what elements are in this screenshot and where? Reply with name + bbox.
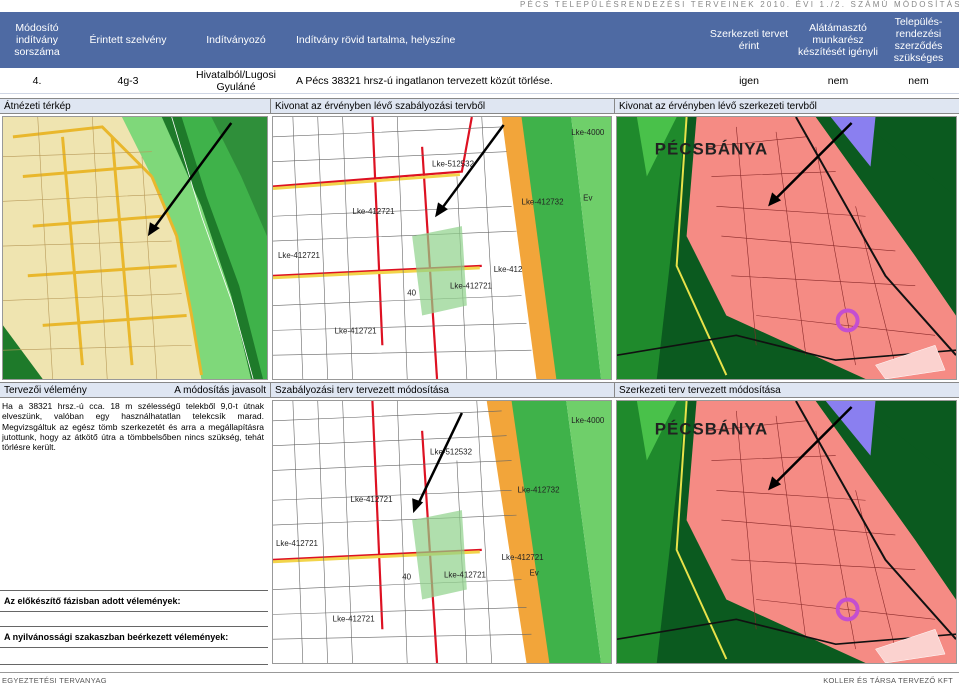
header-cell-proposer: Indítványozó: [182, 12, 290, 68]
header-cell-content: Indítvány rövid tartalma, helyszíne: [290, 12, 700, 68]
svg-text:Lke-412721: Lke-412721: [335, 326, 378, 335]
header-cell-support: Alátámasztó munkarész készítését igényli: [798, 12, 878, 68]
header-cell-number: Módosító indítvány sorszáma: [0, 12, 74, 68]
svg-text:40: 40: [402, 573, 411, 582]
svg-text:Lke-412721: Lke-412721: [276, 539, 319, 548]
svg-text:Lke-4000: Lke-4000: [571, 416, 605, 425]
svg-text:Ev: Ev: [529, 569, 538, 578]
svg-text:Lke-412732: Lke-412732: [522, 197, 565, 206]
svg-text:40: 40: [407, 289, 416, 298]
opinion-box-bottom-rule: [0, 664, 268, 665]
svg-text:Lke-412732: Lke-412732: [518, 485, 561, 494]
svg-text:Lke-412721: Lke-412721: [278, 251, 321, 260]
designer-opinion-text: Ha a 38321 hrsz.-ú cca. 18 m szélességű …: [2, 401, 264, 453]
section-planned-structure-title: Szerkezeti terv tervezett módosítása: [614, 382, 959, 398]
preliminary-opinions-label: Az előkészítő fázisban adott vélemények:: [0, 590, 268, 612]
document-running-header: PÉCS TELEPÜLÉSRENDEZÉSI TERVEINEK 2010. …: [520, 0, 959, 9]
planned-structure-map: PÉCSBÁNYA: [616, 400, 957, 664]
row-number: 4.: [0, 68, 74, 94]
pecsbanya-label: PÉCSBÁNYA: [655, 140, 768, 159]
public-phase-opinions-label: A nyilvánossági szakaszban beérkezett vé…: [0, 626, 268, 648]
pecsbanya-label-2: PÉCSBÁNYA: [655, 420, 768, 439]
row-content: A Pécs 38321 hrsz-ú ingatlanon tervezett…: [290, 68, 700, 94]
current-regulation-map: Lke-4000 Lke-512532 Lke-412721 Lke-41273…: [272, 116, 612, 380]
svg-text:Lke-412721: Lke-412721: [502, 553, 545, 562]
svg-text:Lke-412721: Lke-412721: [450, 282, 493, 291]
header-cell-structure: Szerkezeti tervet érint: [700, 12, 798, 68]
svg-text:Lke-4000: Lke-4000: [571, 128, 605, 137]
planned-regulation-map: Lke-4000 Lke-512532 Lke-412721 Lke-41273…: [272, 400, 612, 664]
svg-text:Lke-412721: Lke-412721: [333, 614, 376, 623]
section-overview-title: Átnézeti térkép: [0, 98, 270, 114]
footer-rule: [0, 672, 959, 673]
row-contract: nem: [878, 68, 959, 94]
svg-text:Lke-412721: Lke-412721: [351, 495, 394, 504]
recommendation-label: A módosítás javasolt: [155, 382, 270, 398]
section-planned-regulation-title: Szabályozási terv tervezett módosítása: [270, 382, 614, 398]
row-sheet: 4g-3: [74, 68, 182, 94]
row-structure: igen: [700, 68, 798, 94]
row-proposer: Hivatalból/Lugosi Gyuláné: [182, 68, 290, 94]
current-structure-map: PÉCSBÁNYA: [616, 116, 957, 380]
section-designer-opinion-title: Tervezői vélemény: [0, 382, 155, 398]
overview-map: [2, 116, 268, 380]
row-support: nem: [798, 68, 878, 94]
svg-text:Lke-412721: Lke-412721: [444, 571, 487, 580]
footer-right-text: KOLLER ÉS TÁRSA TERVEZŐ KFT: [823, 676, 953, 685]
section-current-structure-title: Kivonat az érvényben lévő szerkezeti ter…: [614, 98, 959, 114]
header-cell-sheet: Érintett szelvény: [74, 12, 182, 68]
svg-text:Lke-412721: Lke-412721: [353, 207, 396, 216]
header-cell-contract: Település-rendezési szerződés szükséges: [878, 12, 959, 68]
svg-text:Lke-412: Lke-412: [494, 265, 523, 274]
svg-text:Lke-512532: Lke-512532: [430, 448, 473, 457]
footer-left-text: EGYEZTETÉSI TERVANYAG: [2, 676, 107, 685]
svg-text:Lke-512532: Lke-512532: [432, 160, 475, 169]
section-current-regulation-title: Kivonat az érvényben lévő szabályozási t…: [270, 98, 614, 114]
svg-text:Ev: Ev: [583, 193, 592, 202]
